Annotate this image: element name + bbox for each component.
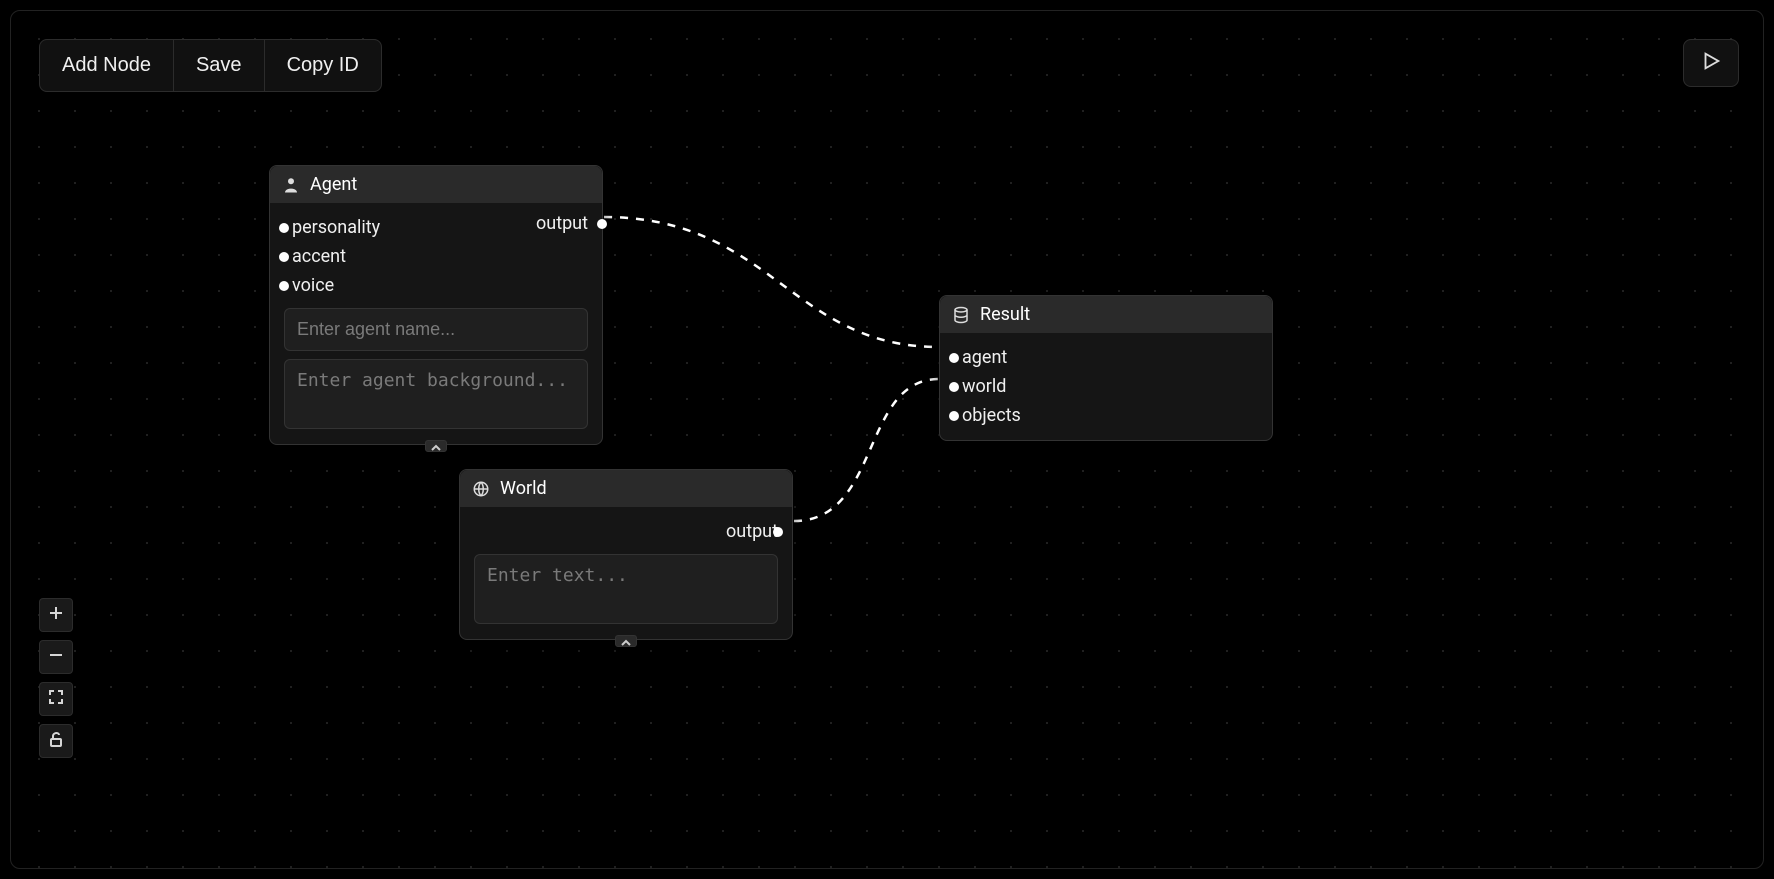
port-label: agent [954,347,1007,368]
port-voice[interactable]: voice [284,271,588,300]
node-body: agent world objects [940,333,1272,440]
port-label: voice [284,275,334,296]
world-text-input[interactable] [474,554,778,624]
port-dot[interactable] [597,219,607,229]
node-title: Result [980,304,1030,325]
node-agent[interactable]: Agent output personality accent voice [269,165,603,445]
user-icon [282,176,300,194]
add-node-button[interactable]: Add Node [40,40,173,91]
node-body: output [460,507,792,639]
port-dot[interactable] [949,382,959,392]
zoom-in-button[interactable] [39,598,73,632]
node-header[interactable]: World [460,470,792,507]
collapse-toggle[interactable] [615,635,637,647]
edge-agent-to-result [604,217,939,347]
fit-view-button[interactable] [39,682,73,716]
collapse-toggle[interactable] [425,440,447,452]
fullscreen-icon [48,689,64,709]
node-world[interactable]: World output [459,469,793,640]
node-result[interactable]: Result agent world objects [939,295,1273,441]
copy-id-button[interactable]: Copy ID [264,40,381,91]
port-label: accent [284,246,346,267]
port-label: world [954,376,1006,397]
minus-icon [48,647,64,667]
view-controls [39,598,73,758]
toolbar: Add Node Save Copy ID [39,39,382,92]
port-world[interactable]: world [954,372,1258,401]
node-header[interactable]: Result [940,296,1272,333]
port-dot[interactable] [279,252,289,262]
edge-world-to-result [794,379,939,521]
port-output[interactable]: output [474,517,778,546]
node-body: output personality accent voice [270,203,602,444]
unlock-icon [48,731,64,751]
port-label: objects [954,405,1021,426]
canvas[interactable]: Add Node Save Copy ID Agent output perso… [10,10,1764,869]
port-accent[interactable]: accent [284,242,588,271]
port-label: personality [284,217,380,238]
port-objects[interactable]: objects [954,401,1258,430]
database-icon [952,306,970,324]
node-title: World [500,478,547,499]
node-header[interactable]: Agent [270,166,602,203]
chevron-up-icon [431,436,441,457]
port-personality[interactable]: personality [284,213,588,242]
port-dot[interactable] [279,281,289,291]
agent-name-input[interactable] [284,308,588,351]
zoom-out-button[interactable] [39,640,73,674]
port-agent[interactable]: agent [954,343,1258,372]
globe-icon [472,480,490,498]
port-dot[interactable] [949,411,959,421]
lock-toggle-button[interactable] [39,724,73,758]
port-dot[interactable] [773,527,783,537]
port-dot[interactable] [949,353,959,363]
port-label: output [726,521,778,542]
port-dot[interactable] [279,223,289,233]
save-button[interactable]: Save [173,40,264,91]
run-button[interactable] [1683,39,1739,87]
agent-background-input[interactable] [284,359,588,429]
plus-icon [48,605,64,625]
chevron-up-icon [621,631,631,652]
play-icon [1700,50,1722,76]
node-title: Agent [310,174,357,195]
